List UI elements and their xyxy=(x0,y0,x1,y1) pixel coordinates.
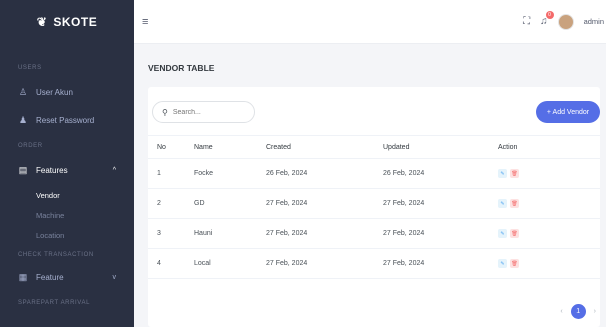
trash-icon[interactable]: 🗑 xyxy=(510,259,519,268)
cell-action: ✎ 🗑 xyxy=(498,248,600,279)
sidebar-item-user-akun[interactable]: ♙ User Akun xyxy=(0,87,134,98)
cell-no: 2 xyxy=(148,188,194,219)
leaf-icon: ❦ xyxy=(36,15,48,29)
topbar-actions: ⛶ ♫ 0 admin xyxy=(523,11,606,30)
header-action: Action xyxy=(498,135,600,159)
hamburger-menu-icon[interactable]: ≡ xyxy=(142,16,148,28)
list-icon: ▤ xyxy=(18,165,28,175)
cell-action: ✎ 🗑 xyxy=(498,218,600,249)
header-name[interactable]: Name xyxy=(194,135,266,159)
edit-icon[interactable]: ✎ xyxy=(498,259,507,268)
section-title-order: ORDER xyxy=(18,143,43,149)
cell-updated: 27 Feb, 2024 xyxy=(383,188,498,219)
sidebar-item-label: Feature xyxy=(36,273,64,282)
sidebar-item-label: Features xyxy=(36,166,68,175)
vendor-table: No Name Created Updated Action 1 Focke 2… xyxy=(148,135,600,279)
cell-name: Local xyxy=(194,248,266,279)
cell-created: 26 Feb, 2024 xyxy=(266,158,383,189)
document-icon: ▦ xyxy=(18,272,28,282)
cell-updated: 27 Feb, 2024 xyxy=(383,248,498,279)
fullscreen-icon[interactable]: ⛶ xyxy=(523,16,530,27)
cell-updated: 27 Feb, 2024 xyxy=(383,218,498,249)
header-created[interactable]: Created xyxy=(266,135,383,159)
sidebar-item-reset-password[interactable]: ♟ Reset Password xyxy=(0,115,134,126)
user-icon: ♙ xyxy=(18,87,28,97)
section-title-users: USERS xyxy=(18,65,42,71)
cell-no: 3 xyxy=(148,218,194,249)
cell-action: ✎ 🗑 xyxy=(498,158,600,189)
cell-name: Focke xyxy=(194,158,266,189)
notification-bell-icon[interactable]: ♫ 0 xyxy=(540,11,554,27)
cell-name: GD xyxy=(194,188,266,219)
table-row: 1 Focke 26 Feb, 2024 26 Feb, 2024 ✎ 🗑 xyxy=(148,158,600,189)
search-icon: ⚲ xyxy=(162,107,168,117)
cell-no: 1 xyxy=(148,158,194,189)
table-row: 4 Local 27 Feb, 2024 27 Feb, 2024 ✎ 🗑 xyxy=(148,248,600,279)
cell-action: ✎ 🗑 xyxy=(498,188,600,219)
sidebar: ❦ SKOTE USERS ♙ User Akun ♟ Reset Passwo… xyxy=(0,0,134,327)
cell-updated: 26 Feb, 2024 xyxy=(383,158,498,189)
trash-icon[interactable]: 🗑 xyxy=(510,169,519,178)
page-number-current[interactable]: 1 xyxy=(570,304,586,319)
topbar: ≡ ⛶ ♫ 0 admin xyxy=(134,0,606,44)
search-box[interactable]: ⚲ xyxy=(152,101,255,123)
user-lock-icon: ♟ xyxy=(18,115,28,125)
trash-icon[interactable]: 🗑 xyxy=(510,199,519,208)
chevron-up-icon: ^ xyxy=(112,167,116,174)
cell-created: 27 Feb, 2024 xyxy=(266,248,383,279)
username[interactable]: admin xyxy=(584,17,604,26)
add-vendor-button[interactable]: + Add Vendor xyxy=(536,101,600,123)
sidebar-item-feature[interactable]: ▦ Feature v xyxy=(0,272,134,283)
edit-icon[interactable]: ✎ xyxy=(498,229,507,238)
sidebar-item-features[interactable]: ▤ Features ^ xyxy=(0,165,134,176)
section-title-sparepart-arrival: SPAREPART ARRIVAL xyxy=(18,300,91,306)
brand[interactable]: ❦ SKOTE xyxy=(0,0,134,44)
table-row: 2 GD 27 Feb, 2024 27 Feb, 2024 ✎ 🗑 xyxy=(148,188,600,219)
pagination: ‹ 1 › xyxy=(560,304,596,319)
table-header-row: No Name Created Updated Action xyxy=(148,135,600,159)
section-title-check-transaction: CHECK TRANSACTION xyxy=(18,252,94,258)
avatar[interactable] xyxy=(557,13,574,30)
header-no[interactable]: No xyxy=(148,135,194,159)
notification-badge: 0 xyxy=(545,11,554,19)
vendor-table-card: ⚲ + Add Vendor No Name Created Updated A… xyxy=(148,87,600,327)
sidebar-subitem-machine[interactable]: Machine xyxy=(0,211,134,220)
sidebar-subitem-vendor[interactable]: Vendor xyxy=(0,191,134,200)
table-row: 3 Hauni 27 Feb, 2024 27 Feb, 2024 ✎ 🗑 xyxy=(148,218,600,249)
sidebar-subitem-location[interactable]: Location xyxy=(0,231,134,240)
edit-icon[interactable]: ✎ xyxy=(498,199,507,208)
brand-name: SKOTE xyxy=(53,15,98,29)
cell-name: Hauni xyxy=(194,218,266,249)
chevron-left-icon[interactable]: ‹ xyxy=(560,308,562,315)
header-updated[interactable]: Updated xyxy=(383,135,498,159)
sidebar-item-label: User Akun xyxy=(36,88,73,97)
trash-icon[interactable]: 🗑 xyxy=(510,229,519,238)
cell-created: 27 Feb, 2024 xyxy=(266,188,383,219)
cell-created: 27 Feb, 2024 xyxy=(266,218,383,249)
sidebar-item-label: Reset Password xyxy=(36,116,95,125)
search-input[interactable] xyxy=(172,108,243,116)
chevron-right-icon[interactable]: › xyxy=(594,308,596,315)
chevron-down-icon: v xyxy=(112,274,117,281)
edit-icon[interactable]: ✎ xyxy=(498,169,507,178)
page-title: VENDOR TABLE xyxy=(148,63,215,73)
cell-no: 4 xyxy=(148,248,194,279)
